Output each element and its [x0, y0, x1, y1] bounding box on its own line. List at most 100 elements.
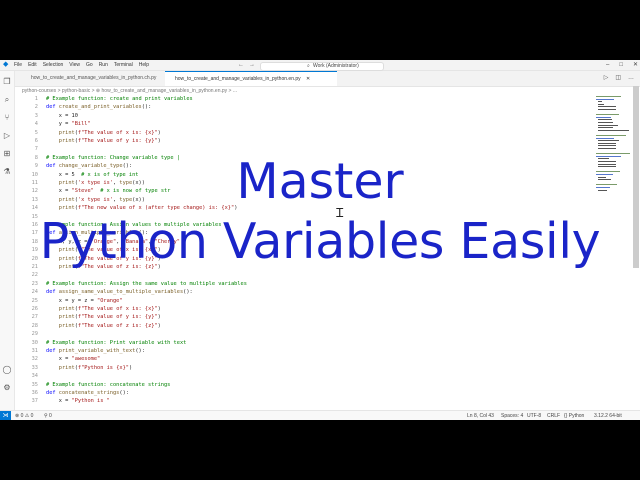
cursor-position[interactable]: Ln 8, Col 43 [467, 411, 494, 420]
code-line[interactable]: print(f"The value of y is: {y}") [46, 314, 161, 320]
search-icon[interactable]: ⌕ [2, 95, 12, 105]
breadcrumb[interactable]: python-courses > python-basic > ⊕ how_to… [22, 88, 237, 94]
code-line[interactable]: def concatenate_strings(): [46, 390, 129, 396]
menu-bar: File Edit Selection View Go Run Terminal Help [14, 60, 149, 70]
tab-ch[interactable]: how_to_create_and_manage_variables_in_py… [17, 71, 165, 86]
minimap-line [598, 124, 618, 126]
title-bar: ◆ File Edit Selection View Go Run Terminal Help… [0, 60, 640, 71]
ports-status[interactable]: ⚲ 0 [44, 411, 52, 420]
code-line[interactable]: # Example function: concatenate strings [46, 382, 170, 388]
code-line[interactable]: print(f"The value of z is: {z}") [46, 323, 161, 329]
run-debug-icon[interactable]: ▷ [2, 131, 12, 141]
minimap-line [598, 103, 604, 105]
overlay-title-line1: Master [236, 153, 404, 210]
line-number: 1 [34, 96, 38, 102]
forward-arrow-icon[interactable]: → [249, 60, 255, 70]
menu-item-help[interactable]: Help [139, 60, 149, 70]
line-number: 7 [34, 146, 38, 153]
minimap-line [596, 137, 614, 139]
code-line[interactable]: x = "Python is " [46, 398, 110, 404]
menu-item-selection[interactable]: Selection [43, 60, 64, 70]
minimap-line [598, 106, 616, 108]
code-line[interactable]: def print_variable_with_text(): [46, 348, 145, 354]
menu-item-file[interactable]: File [14, 60, 22, 70]
status-bar: ⋊ ⊗ 0 ⚠ 0 ⚲ 0 Ln 8, Col 43 Spaces: 4 UTF… [0, 410, 640, 420]
minimap-line [598, 127, 614, 129]
line-number: 6 [34, 138, 38, 144]
minimize-icon[interactable]: – [606, 60, 609, 70]
run-icon[interactable]: ▷ [604, 71, 609, 86]
code-line[interactable]: # Example function: Assign the same valu… [46, 281, 247, 287]
more-icon[interactable]: … [628, 71, 634, 86]
tab-label: how_to_create_and_manage_variables_in_py… [175, 76, 301, 82]
minimap-line [598, 122, 614, 123]
remote-icon[interactable]: ⋊ [0, 411, 11, 420]
language-mode[interactable]: {} Python [564, 411, 584, 420]
overlay-title-line2: Python Variables Easily [39, 213, 601, 270]
minimap-line [598, 142, 616, 144]
search-icon: ⌕ [307, 62, 310, 69]
back-arrow-icon[interactable]: ← [238, 60, 244, 70]
menu-item-edit[interactable]: Edit [28, 60, 37, 70]
line-number: 22 [31, 272, 38, 279]
code-line[interactable]: y = "Bill" [46, 121, 91, 127]
split-editor-icon[interactable]: ◫ [615, 71, 621, 86]
minimap-line [598, 145, 616, 147]
close-icon[interactable]: ✕ [306, 76, 310, 82]
line-number: 23 [31, 280, 38, 287]
line-number: 30 [31, 339, 38, 346]
minimap-line [596, 96, 622, 97]
code-line[interactable]: x = 10 [46, 113, 78, 119]
minimap-line [598, 119, 613, 121]
code-line[interactable]: def create_and_print_variables(): [46, 104, 151, 110]
minimap-line [596, 116, 611, 118]
menu-item-go[interactable]: Go [86, 60, 93, 70]
line-number: 33 [31, 364, 38, 371]
code-line[interactable]: print(f"The value of x is: {x}") [46, 130, 161, 136]
settings-icon[interactable]: ⚙ [2, 383, 12, 393]
minimap-line [598, 109, 616, 110]
window-title: Work (Administrator) [313, 62, 359, 69]
vscode-window: ◆ File Edit Selection View Go Run Terminal Help… [0, 60, 640, 420]
line-number: 28 [31, 322, 38, 329]
code-line[interactable]: # Example function: Print variable with … [46, 340, 186, 346]
line-number: 26 [31, 306, 38, 312]
close-icon[interactable]: ✕ [633, 60, 638, 70]
code-line[interactable]: print(f"The value of x is: {x}") [46, 306, 161, 312]
minimap-line [596, 135, 627, 136]
text-cursor-icon: Ꮖ [336, 206, 344, 220]
problems-status[interactable]: ⊗ 0 ⚠ 0 [15, 411, 33, 420]
python-interpreter[interactable]: 3.12.2 64-bit [594, 411, 622, 420]
tab-label: how_to_create_and_manage_variables_in_py… [31, 75, 157, 81]
line-number: 2 [34, 104, 38, 111]
tab-actions: ▷ ◫ … [604, 71, 634, 86]
menu-item-run[interactable]: Run [99, 60, 108, 70]
minimap-line [596, 114, 620, 116]
minimap-line [598, 148, 616, 149]
tab-en[interactable]: how_to_create_and_manage_variables_in_py… [165, 71, 337, 86]
code-line[interactable]: print(f"The value of y is: {y}") [46, 138, 161, 144]
line-ending[interactable]: CRLF [547, 411, 560, 420]
code-line[interactable]: def assign_same_value_to_multiple_variab… [46, 289, 193, 295]
line-number: 24 [31, 289, 38, 296]
nav-arrows: ← → [238, 60, 255, 70]
line-number: 29 [31, 331, 38, 338]
line-number: 32 [31, 356, 38, 363]
code-line[interactable]: print(f"Python is {x}") [46, 365, 132, 371]
editor-tabs: how_to_create_and_manage_variables_in_py… [15, 71, 640, 87]
command-center[interactable]: ⌕ Work (Administrator) [260, 61, 384, 71]
window-controls: – □ ✕ [606, 60, 638, 70]
encoding[interactable]: UTF-8 [527, 411, 541, 420]
code-line[interactable]: x = y = z = "Orange" [46, 298, 123, 304]
vscode-logo-icon: ◆ [3, 61, 9, 68]
line-number: 36 [31, 390, 38, 396]
source-control-icon[interactable]: ⑂ [2, 113, 12, 123]
explorer-icon[interactable]: ❐ [2, 77, 12, 87]
code-line[interactable]: x = "awesome" [46, 356, 100, 362]
indentation[interactable]: Spaces: 4 [501, 411, 523, 420]
maximize-icon[interactable]: □ [619, 60, 623, 70]
code-line[interactable]: # Example function: create and print var… [46, 96, 193, 102]
account-icon[interactable]: ◯ [2, 365, 12, 375]
menu-item-terminal[interactable]: Terminal [114, 60, 133, 70]
menu-item-view[interactable]: View [69, 60, 80, 70]
